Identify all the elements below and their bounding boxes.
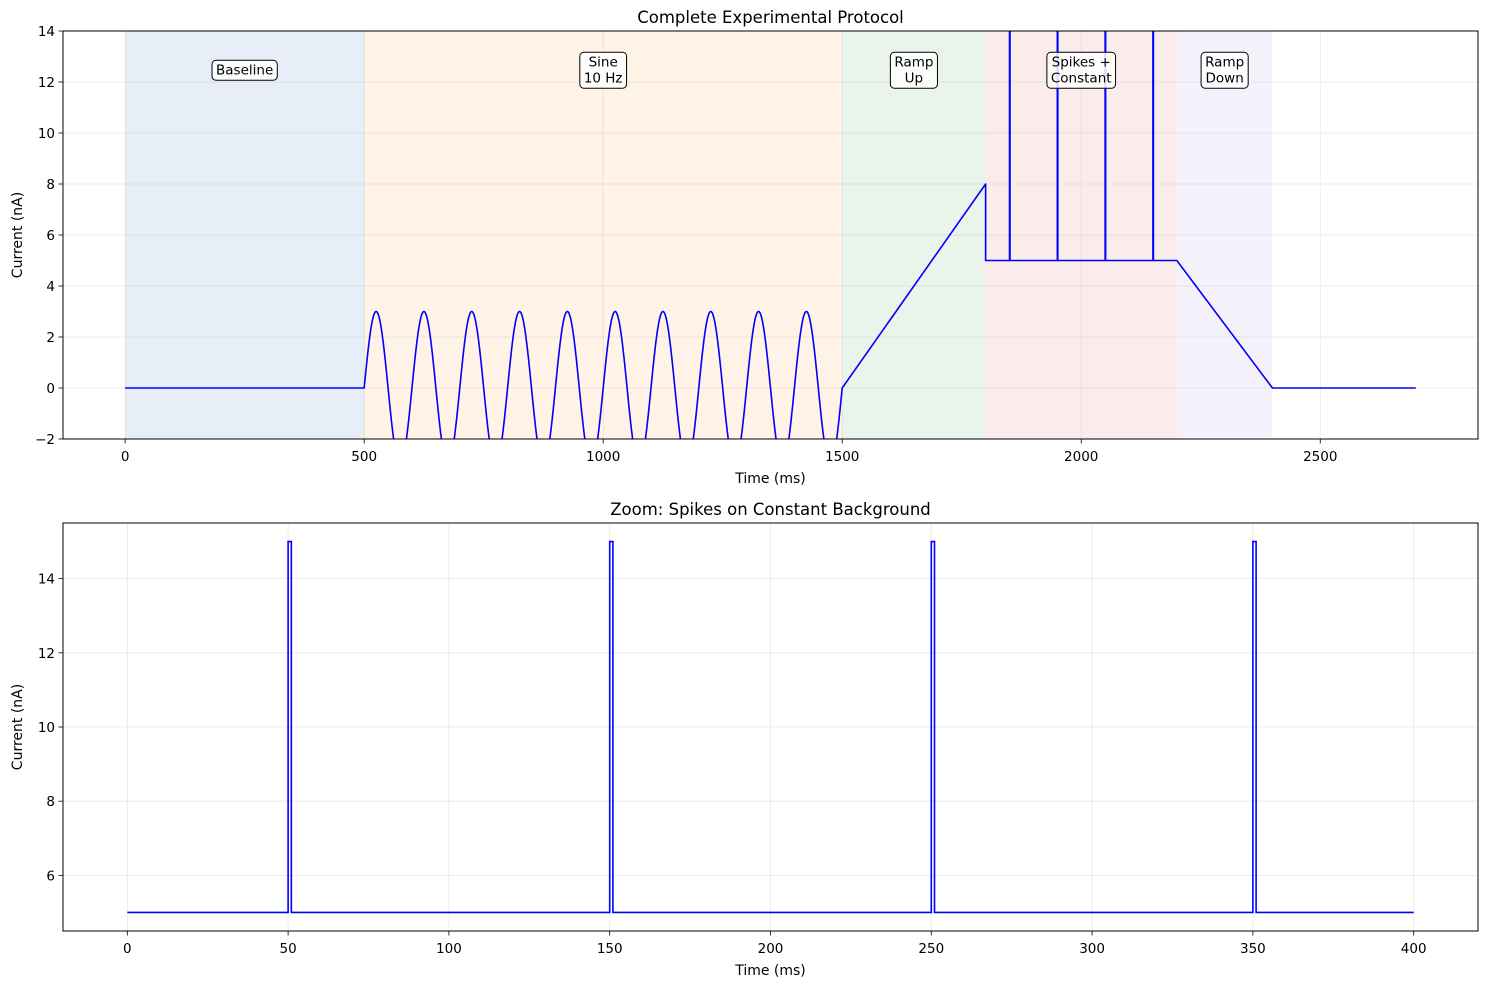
y-ticks: −2 0 2 4 6 8 10 12 14 <box>35 24 63 448</box>
phase-annotation: Ramp Down <box>1200 51 1249 89</box>
x-axis-label: Time (ms) <box>734 471 806 487</box>
y-tick-label: 6 <box>46 228 55 244</box>
annotation-label: Ramp Down <box>1205 54 1244 86</box>
x-axis-label: Time (ms) <box>734 963 806 979</box>
y-ticks: 6 8 10 12 14 <box>38 572 63 884</box>
chart-zoom: 0 50 100 150 200 250 300 350 400 6 8 10 12 14 Zoom: … <box>10 500 1479 979</box>
y-tick-label: 0 <box>46 381 55 397</box>
y-axis-label: Current (nA) <box>10 192 26 278</box>
phase-annotation: Baseline <box>211 59 278 81</box>
phase-annotation: Sine 10 Hz <box>579 51 628 89</box>
y-tick-label: 10 <box>38 126 55 142</box>
y-tick-label: 12 <box>38 646 55 662</box>
y-tick-label: 12 <box>38 75 55 91</box>
x-tick-label: 250 <box>918 941 944 957</box>
x-ticks: 0 500 1000 1500 2000 2500 <box>121 439 1337 465</box>
y-axis-label: Current (nA) <box>10 684 26 770</box>
y-tick-label: 14 <box>38 572 55 588</box>
chart-protocol: 0 500 1000 1500 2000 2500 −2 0 2 4 6 8 10 12 14 Basel… <box>10 8 1479 487</box>
x-tick-label: 50 <box>280 941 297 957</box>
figure: 0 500 1000 1500 2000 2500 −202468101214 Basel… <box>10 8 1479 979</box>
x-tick-label: 1000 <box>586 449 620 465</box>
y-tick-label: −2 <box>35 432 55 448</box>
annotation-label: Baseline <box>216 62 273 78</box>
x-tick-label: 300 <box>1079 941 1105 957</box>
y-tick-label: 6 <box>46 868 55 884</box>
y-tick-label: 4 <box>46 279 55 295</box>
phase-annotation: Ramp Up <box>889 51 938 89</box>
x-tick-label: 1500 <box>825 449 859 465</box>
chart-title: Complete Experimental Protocol <box>637 8 904 27</box>
x-tick-label: 0 <box>121 449 130 465</box>
y-tick-label: 10 <box>38 720 55 736</box>
x-tick-label: 200 <box>758 941 784 957</box>
x-ticks: 0 50 100 150 200 250 300 350 400 <box>123 931 1427 957</box>
y-tick-label: 8 <box>46 177 55 193</box>
x-tick-label: 100 <box>436 941 462 957</box>
y-tick-label: 2 <box>46 330 55 346</box>
phase-annotation: Spikes + Constant <box>1046 51 1117 89</box>
x-tick-label: 400 <box>1401 941 1427 957</box>
grid-lines <box>63 523 1478 931</box>
x-tick-label: 150 <box>597 941 623 957</box>
x-tick-label: 350 <box>1240 941 1266 957</box>
y-tick-label: 14 <box>38 24 55 40</box>
x-tick-label: 2000 <box>1064 449 1098 465</box>
x-tick-label: 500 <box>351 449 377 465</box>
x-tick-label: 0 <box>123 941 132 957</box>
x-tick-label: 2500 <box>1303 449 1337 465</box>
annotation-label: Sine 10 Hz <box>584 54 623 86</box>
y-tick-label: 8 <box>46 794 55 810</box>
chart-title: Zoom: Spikes on Constant Background <box>610 500 931 519</box>
annotation-label: Spikes + Constant <box>1051 54 1112 86</box>
